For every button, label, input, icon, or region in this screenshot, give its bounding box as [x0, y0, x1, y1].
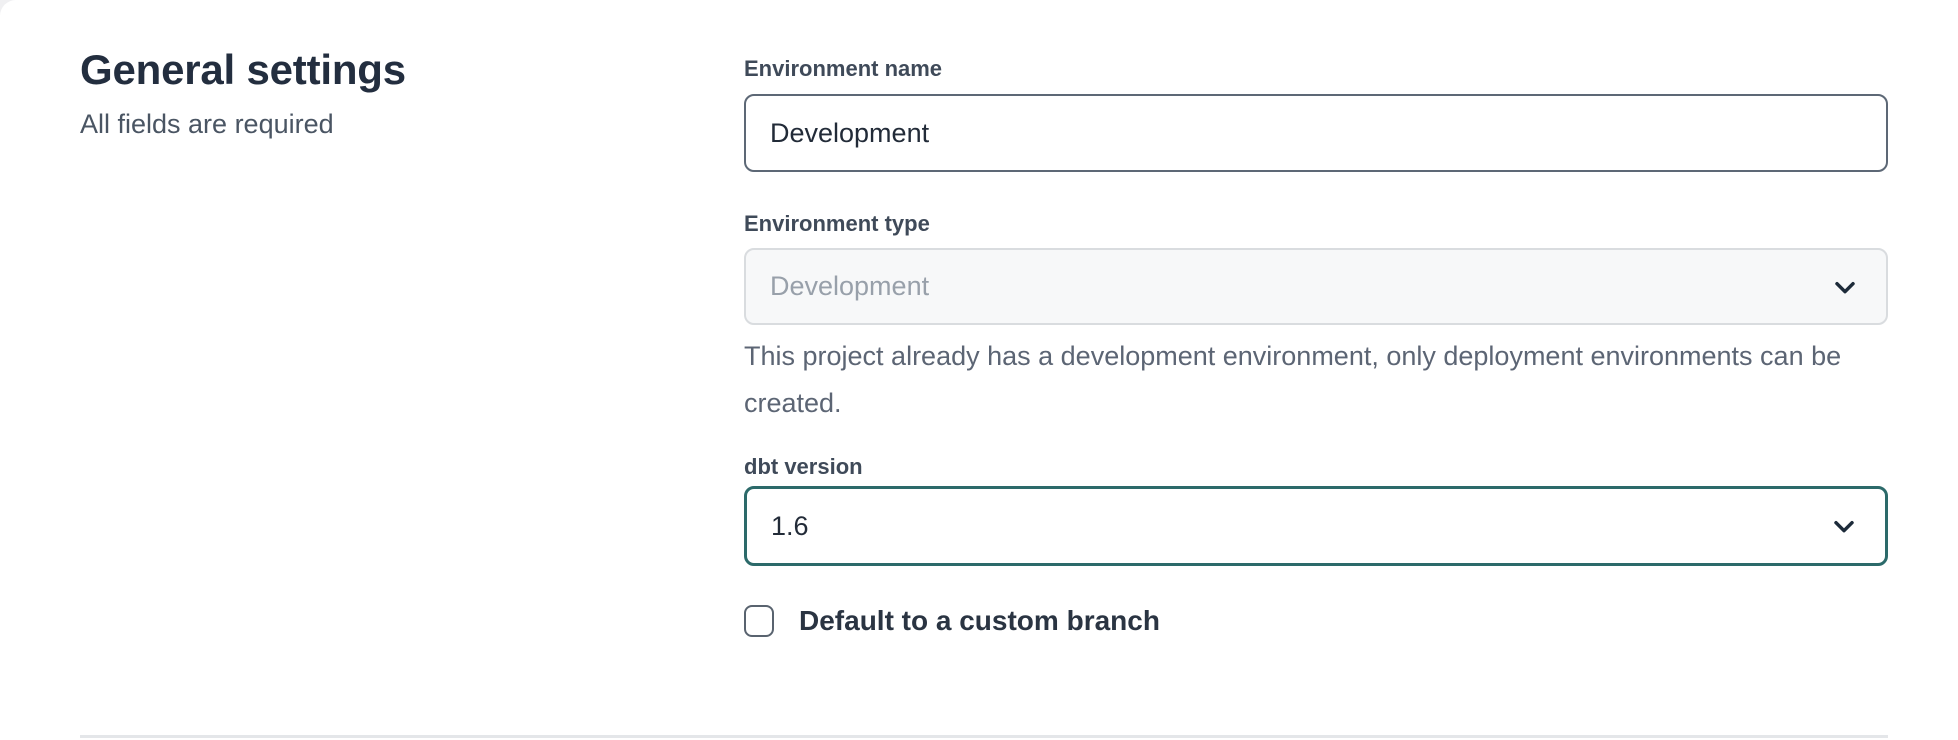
- environment-name-input[interactable]: [744, 94, 1888, 172]
- page: General settings All fields are required…: [0, 0, 1958, 740]
- custom-branch-checkbox-label[interactable]: Default to a custom branch: [799, 604, 1160, 638]
- chevron-down-icon: [1828, 510, 1860, 542]
- general-settings-form: Environment name Environment type Develo…: [744, 56, 1888, 638]
- settings-card: General settings All fields are required…: [0, 0, 1958, 740]
- environment-name-label: Environment name: [744, 56, 1888, 82]
- environment-type-select[interactable]: Development: [744, 248, 1888, 325]
- chevron-down-icon: [1829, 271, 1861, 303]
- section-heading: General settings All fields are required: [80, 46, 640, 141]
- custom-branch-checkbox[interactable]: [744, 605, 774, 637]
- dbt-version-select[interactable]: 1.6: [744, 486, 1888, 566]
- custom-branch-row: Default to a custom branch: [744, 604, 1888, 638]
- environment-type-help-text: This project already has a development e…: [744, 333, 1888, 427]
- page-subtitle: All fields are required: [80, 108, 640, 140]
- dbt-version-label: dbt version: [744, 454, 1888, 480]
- page-title: General settings: [80, 46, 640, 94]
- environment-type-label: Environment type: [744, 211, 1888, 237]
- section-divider: [80, 735, 1888, 738]
- dbt-version-value: 1.6: [771, 513, 809, 540]
- environment-type-value: Development: [770, 273, 929, 300]
